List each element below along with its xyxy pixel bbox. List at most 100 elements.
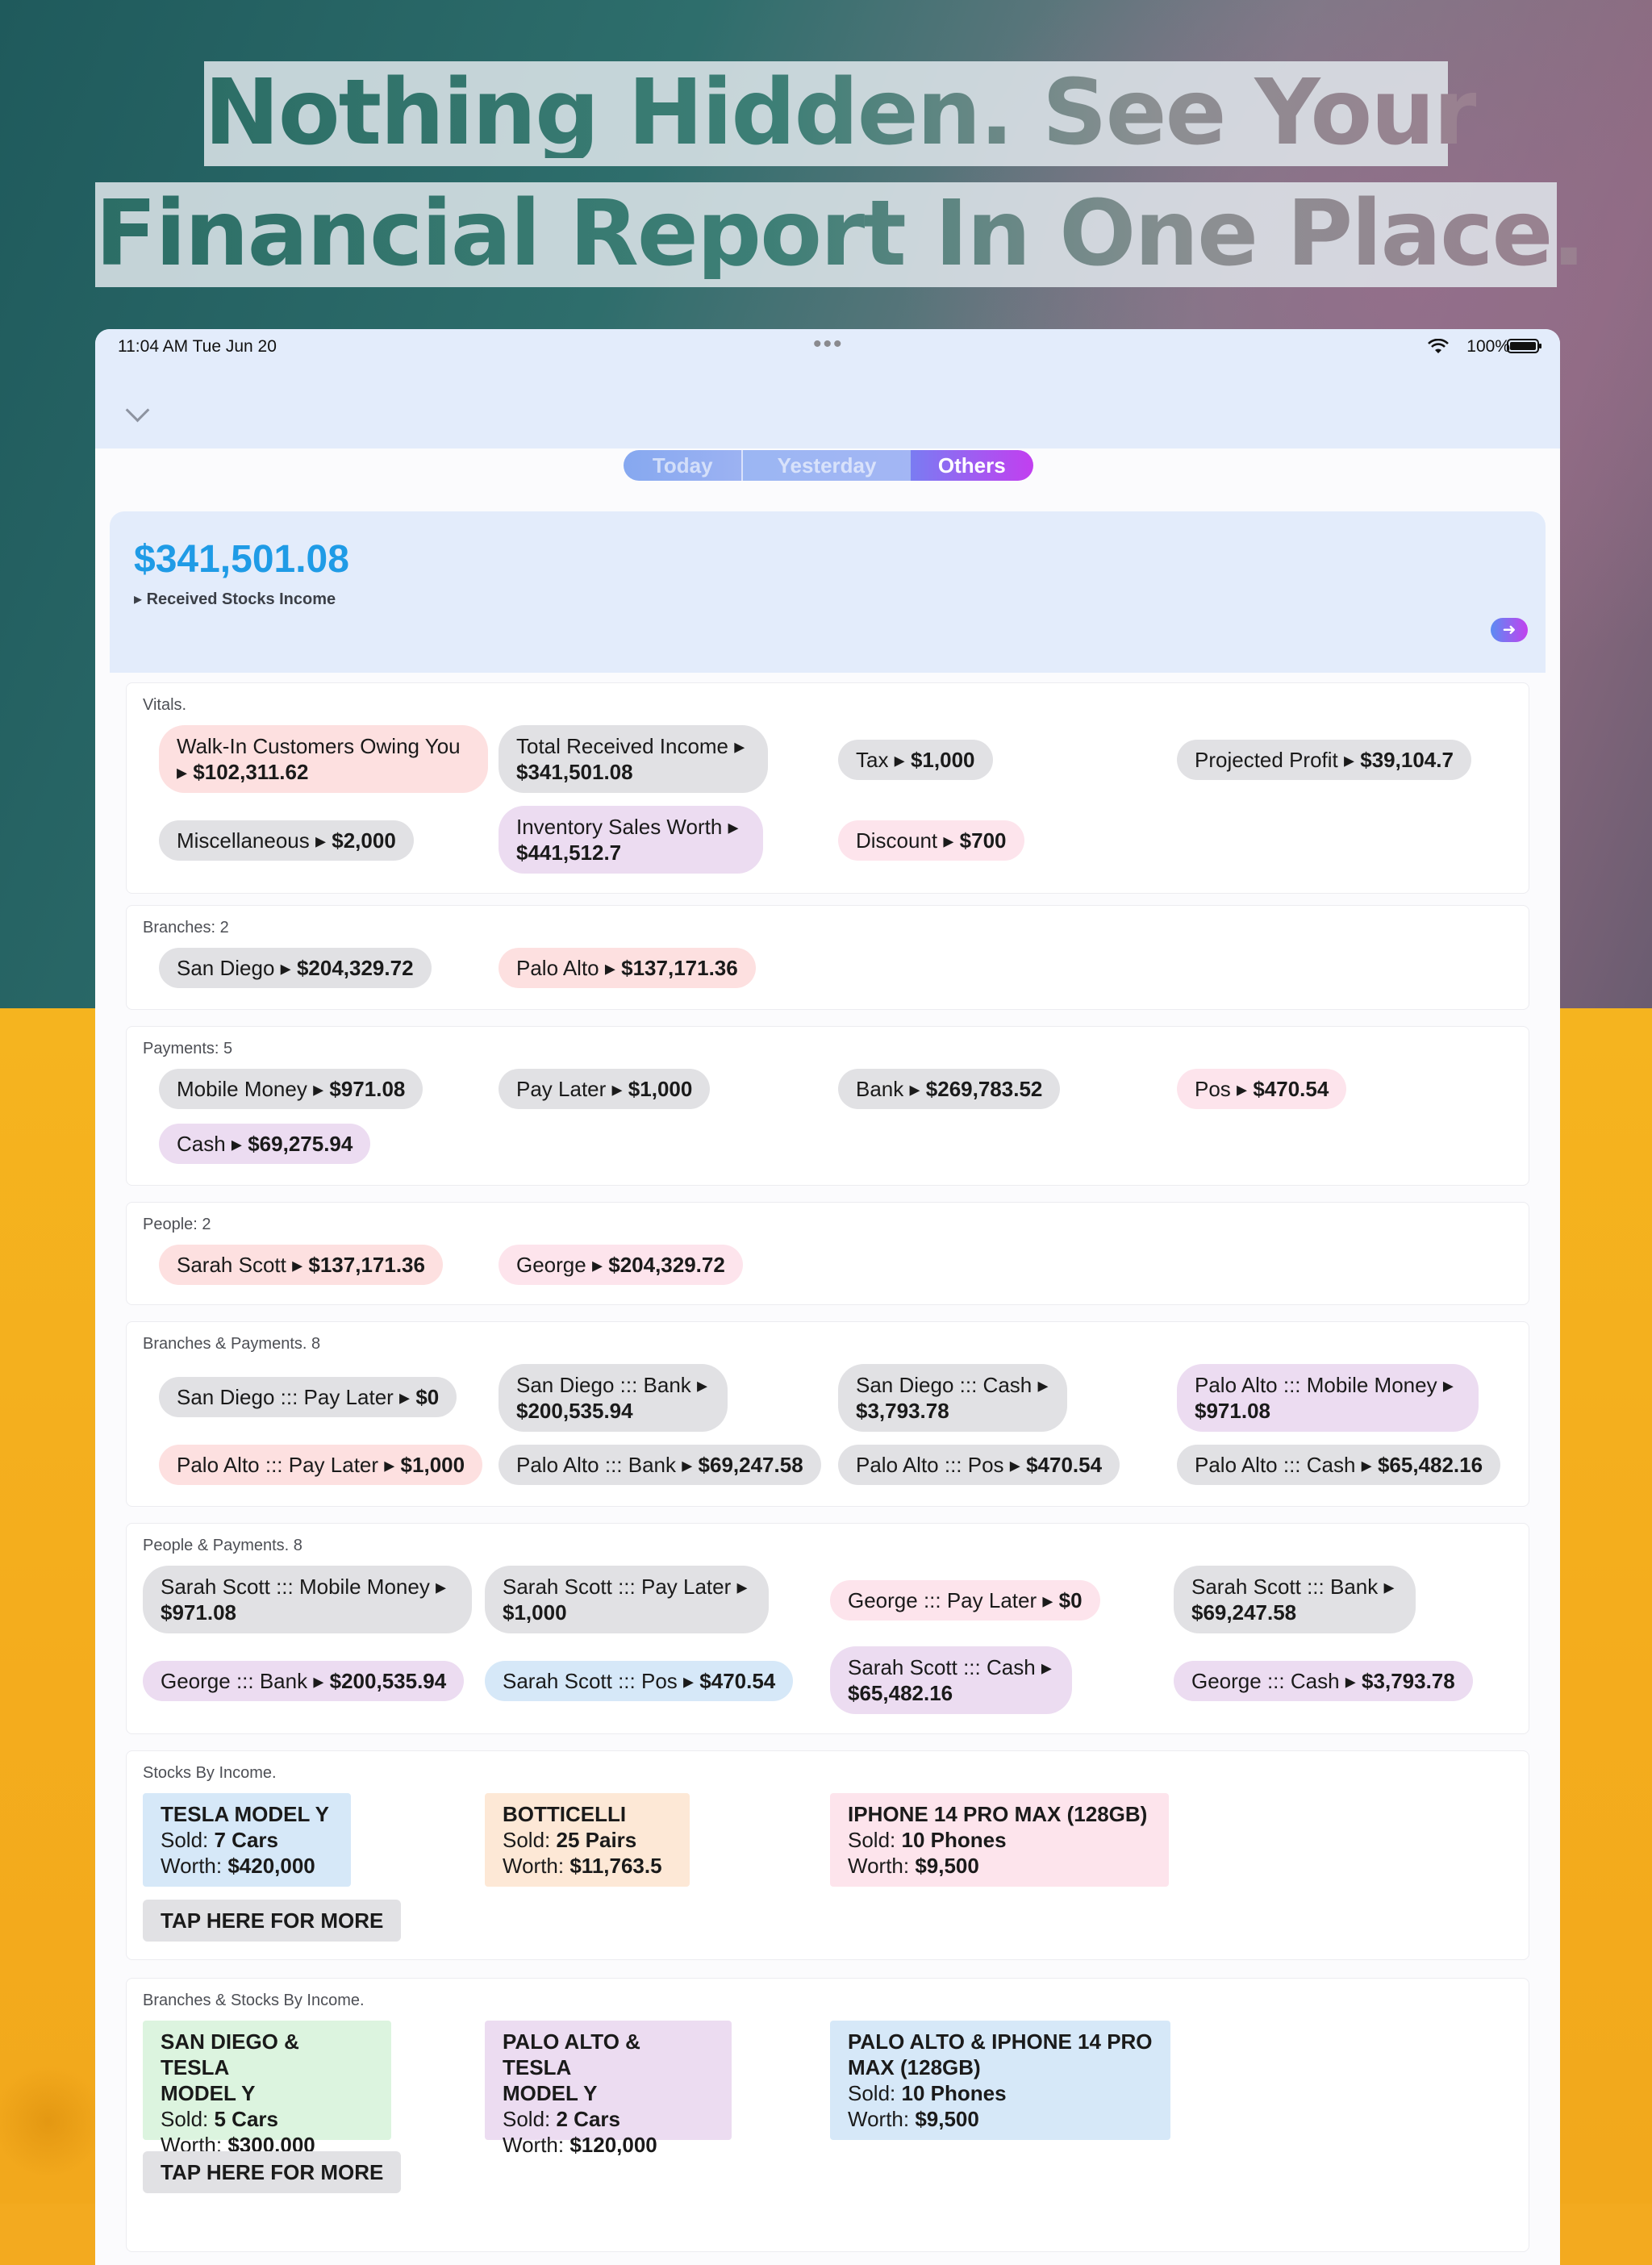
tab-others[interactable]: Others <box>910 450 1033 481</box>
headline-line-1: Nothing Hidden. See Your <box>204 60 1478 166</box>
bp-paloalto-mobile-money[interactable]: Palo Alto ::: Mobile Money ▸ $971.08 <box>1177 1364 1479 1432</box>
sold-value: 2 Cars <box>556 2107 621 2131</box>
pill-value: $39,104.7 <box>1360 747 1454 772</box>
pp-sarah-pos[interactable]: Sarah Scott ::: Pos ▸ $470.54 <box>485 1661 794 1701</box>
vital-inventory-worth[interactable]: Inventory Sales Worth ▸ $441,512.7 <box>499 806 763 874</box>
pp-sarah-mobile-money[interactable]: Sarah Scott ::: Mobile Money ▸ $971.08 <box>143 1566 472 1633</box>
section-title: Branches & Stocks By Income. <box>143 1992 365 2009</box>
pp-sarah-pay-later[interactable]: Sarah Scott ::: Pay Later ▸ $1,000 <box>485 1566 769 1633</box>
pill-label: Sarah Scott ::: Bank ▸ <box>1191 1575 1395 1599</box>
payment-pay-later[interactable]: Pay Later ▸ $1,000 <box>499 1069 711 1109</box>
arrow-right-icon[interactable]: ➜ <box>1491 618 1528 642</box>
pill-value: $470.54 <box>1253 1076 1329 1101</box>
headline-line-2: Financial Report In One Place. <box>95 181 1586 287</box>
pp-george-bank[interactable]: George ::: Bank ▸ $200,535.94 <box>143 1661 465 1701</box>
pill-value: $200,535.94 <box>329 1668 447 1693</box>
pp-sarah-bank[interactable]: Sarah Scott ::: Bank ▸ $69,247.58 <box>1174 1566 1416 1633</box>
bp-paloalto-cash[interactable]: Palo Alto ::: Cash ▸ $65,482.16 <box>1177 1445 1501 1485</box>
pill-label: Palo Alto ::: Pos ▸ <box>856 1452 1020 1477</box>
section-people: People: 2 Sarah Scott ▸ $137,171.36 Geor… <box>126 1202 1529 1305</box>
pill-value: $204,329.72 <box>296 955 414 980</box>
section-title: People: 2 <box>143 1216 211 1233</box>
pill-value: $69,275.94 <box>248 1131 353 1156</box>
pill-value: $470.54 <box>699 1668 776 1693</box>
pill-label: Bank ▸ <box>856 1076 920 1101</box>
bp-paloalto-pos[interactable]: Palo Alto ::: Pos ▸ $470.54 <box>838 1445 1120 1485</box>
vital-tax[interactable]: Tax ▸ $1,000 <box>838 740 993 780</box>
pill-label: Total Received Income ▸ <box>516 734 745 758</box>
payment-pos[interactable]: Pos ▸ $470.54 <box>1177 1069 1347 1109</box>
tab-yesterday[interactable]: Yesterday <box>741 450 911 481</box>
worth-value: $11,763.5 <box>569 1854 662 1878</box>
bp-paloalto-paylater[interactable]: Palo Alto ::: Pay Later ▸ $1,000 <box>159 1445 483 1485</box>
pill-value: $441,512.7 <box>516 841 622 865</box>
branch-stock-card-paloalto-tesla[interactable]: PALO ALTO & TESLA MODEL Y Sold: 2 Cars W… <box>485 2021 732 2157</box>
tap-for-more-button[interactable]: TAP HERE FOR MORE <box>143 2151 402 2193</box>
pill-value: $700 <box>959 828 1007 853</box>
section-vitals: Vitals. Walk-In Customers Owing You ▸ $1… <box>126 682 1529 894</box>
section-branches-payments: Branches & Payments. 8 San Diego ::: Pay… <box>126 1321 1529 1507</box>
pp-sarah-cash[interactable]: Sarah Scott ::: Cash ▸ $65,482.16 <box>830 1646 1072 1714</box>
battery-icon <box>1507 339 1541 353</box>
stock-card-iphone[interactable]: IPHONE 14 PRO MAX (128GB) Sold: 10 Phone… <box>830 1793 1169 1887</box>
pill-label: George ▸ <box>516 1252 603 1277</box>
section-payments: Payments: 5 Mobile Money ▸ $971.08 Pay L… <box>126 1026 1529 1186</box>
status-time: 11:04 AM Tue Jun 20 <box>118 337 277 356</box>
pill-label: Pay Later ▸ <box>516 1076 623 1101</box>
wifi-icon <box>1428 339 1449 353</box>
payment-cash[interactable]: Cash ▸ $69,275.94 <box>159 1124 371 1164</box>
pp-george-cash[interactable]: George ::: Cash ▸ $3,793.78 <box>1174 1661 1473 1701</box>
pill-value: $3,793.78 <box>1362 1668 1455 1693</box>
chevron-down-icon[interactable] <box>125 398 150 423</box>
tap-for-more-button[interactable]: TAP HERE FOR MORE <box>143 1900 402 1942</box>
pill-value: $2,000 <box>332 828 396 853</box>
pill-label: Palo Alto ▸ <box>516 955 615 980</box>
pill-value: $341,501.08 <box>516 760 633 784</box>
person-george[interactable]: George ▸ $204,329.72 <box>499 1245 743 1285</box>
bp-sandiego-bank[interactable]: San Diego ::: Bank ▸ $200,535.94 <box>499 1364 728 1432</box>
branch-palo-alto[interactable]: Palo Alto ▸ $137,171.36 <box>499 948 756 988</box>
stock-name-cont: MAX (128GB) <box>848 2055 981 2079</box>
pill-label: George ::: Cash ▸ <box>1191 1668 1356 1693</box>
vital-walkin-owing[interactable]: Walk-In Customers Owing You ▸ $102,311.6… <box>159 725 488 793</box>
stock-name-cont: MODEL Y <box>503 2081 598 2105</box>
pill-label: San Diego ::: Bank ▸ <box>516 1373 708 1397</box>
pp-george-pay-later[interactable]: George ::: Pay Later ▸ $0 <box>830 1580 1100 1621</box>
vital-discount[interactable]: Discount ▸ $700 <box>838 820 1024 861</box>
stock-card-tesla[interactable]: TESLA MODEL Y Sold: 7 Cars Worth: $420,0… <box>143 1793 351 1887</box>
pill-value: $971.08 <box>161 1600 236 1625</box>
stock-card-botticelli[interactable]: BOTTICELLI Sold: 25 Pairs Worth: $11,763… <box>485 1793 690 1887</box>
multitask-dots[interactable]: ••• <box>813 331 844 358</box>
bp-sandiego-cash[interactable]: San Diego ::: Cash ▸ $3,793.78 <box>838 1364 1067 1432</box>
tab-today[interactable]: Today <box>624 450 742 481</box>
summary-label[interactable]: ▸ Received Stocks Income <box>134 589 336 609</box>
person-sarah-scott[interactable]: Sarah Scott ▸ $137,171.36 <box>159 1245 443 1285</box>
pill-label: Sarah Scott ▸ <box>177 1252 303 1277</box>
payment-mobile-money[interactable]: Mobile Money ▸ $971.08 <box>159 1069 423 1109</box>
pill-value: $0 <box>415 1384 440 1409</box>
branch-stock-card-sandiego-tesla[interactable]: SAN DIEGO & TESLA MODEL Y Sold: 5 Cars W… <box>143 2021 391 2157</box>
stock-name: IPHONE 14 PRO MAX (128GB) <box>848 1802 1148 1826</box>
sold-value: 10 Phones <box>901 2081 1007 2105</box>
branch-stock-card-paloalto-iphone[interactable]: PALO ALTO & IPHONE 14 PRO MAX (128GB) So… <box>830 2021 1170 2140</box>
pill-label: Palo Alto ::: Mobile Money ▸ <box>1195 1373 1454 1397</box>
pill-value: $0 <box>1058 1587 1083 1612</box>
pill-label: Sarah Scott ::: Pay Later ▸ <box>503 1575 748 1599</box>
bp-paloalto-bank[interactable]: Palo Alto ::: Bank ▸ $69,247.58 <box>499 1445 821 1485</box>
pill-value: $470.54 <box>1026 1452 1103 1477</box>
vital-miscellaneous[interactable]: Miscellaneous ▸ $2,000 <box>159 820 414 861</box>
bp-sandiego-paylater[interactable]: San Diego ::: Pay Later ▸ $0 <box>159 1377 457 1417</box>
top-bar: 11:04 AM Tue Jun 20 ••• 100% <box>95 329 1560 448</box>
vital-projected-profit[interactable]: Projected Profit ▸ $39,104.7 <box>1177 740 1471 780</box>
branch-san-diego[interactable]: San Diego ▸ $204,329.72 <box>159 948 432 988</box>
pill-label: Discount ▸ <box>856 828 954 853</box>
pill-label: Pos ▸ <box>1195 1076 1248 1101</box>
battery-percent: 100% <box>1466 337 1510 356</box>
section-title: Stocks By Income. <box>143 1764 277 1782</box>
payment-bank[interactable]: Bank ▸ $269,783.52 <box>838 1069 1061 1109</box>
worth-label: Worth: <box>848 1854 916 1878</box>
sold-label: Sold: <box>161 2107 215 2131</box>
pill-value: $971.08 <box>329 1076 406 1101</box>
pill-value: $65,482.16 <box>1377 1452 1483 1477</box>
vital-total-received[interactable]: Total Received Income ▸ $341,501.08 <box>499 725 768 793</box>
